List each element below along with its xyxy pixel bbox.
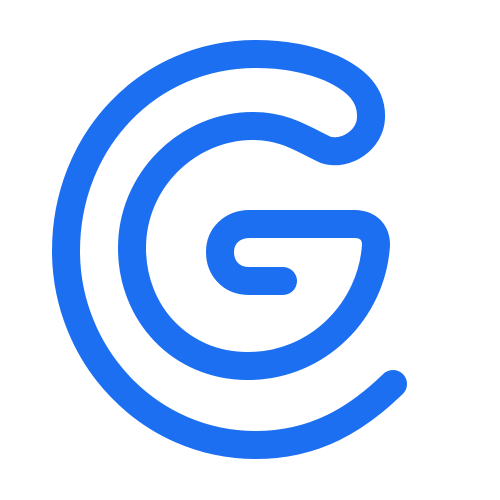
g-spiral-logo-icon	[52, 40, 407, 459]
logo-canvas	[0, 0, 500, 500]
g-spiral-stroke	[52, 40, 407, 459]
